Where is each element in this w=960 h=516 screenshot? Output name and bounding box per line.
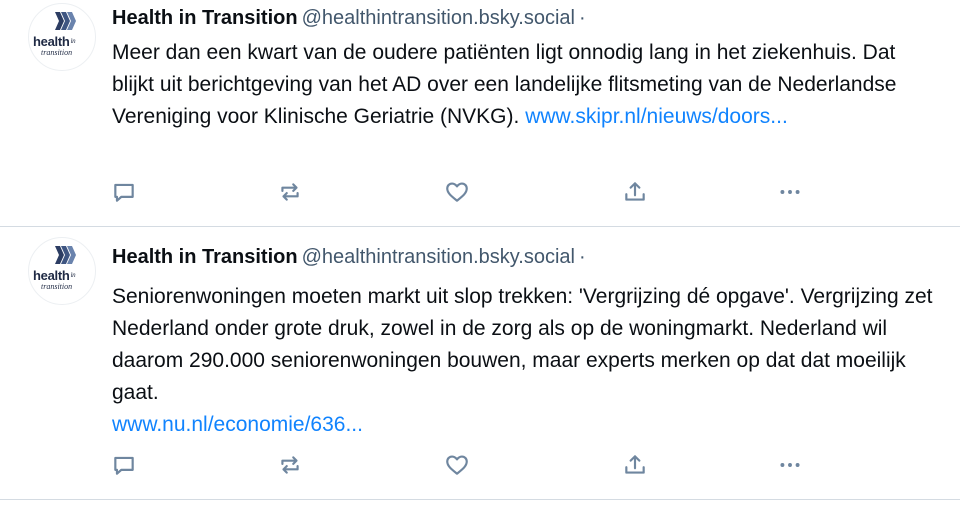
repost-button[interactable] (276, 178, 304, 206)
avatar[interactable]: healthin transition (28, 237, 96, 305)
share-button[interactable] (621, 451, 649, 479)
more-dots-icon (780, 190, 800, 194)
separator-dot: · (578, 246, 586, 268)
share-upload-icon (625, 455, 645, 474)
post-link[interactable]: www.nu.nl/economie/636... (112, 413, 363, 436)
post-header: Health in Transition @healthintransition.… (112, 244, 586, 270)
post-text: Seniorenwoningen moeten markt uit slop t… (112, 281, 942, 441)
author-name[interactable]: Health in Transition (112, 246, 298, 268)
like-button[interactable] (443, 451, 471, 479)
like-button[interactable] (443, 178, 471, 206)
author-handle[interactable]: @healthintransition.bsky.social (302, 246, 575, 268)
author-name[interactable]: Health in Transition (112, 7, 298, 29)
reply-button[interactable] (110, 178, 138, 206)
separator-dot: · (578, 7, 586, 29)
post-body-text: Seniorenwoningen moeten markt uit slop t… (112, 285, 933, 404)
repost-arrows-icon (281, 456, 299, 474)
post-text: Meer dan een kwart van de oudere patiënt… (112, 37, 942, 133)
logo-wordmark: healthin (33, 34, 76, 49)
post-actions (108, 178, 828, 206)
post[interactable]: healthin transition Health in Transition… (0, 0, 960, 227)
reply-button[interactable] (110, 451, 138, 479)
more-dots-icon (780, 463, 800, 467)
post[interactable]: healthin transition Health in Transition… (0, 227, 960, 500)
heart-icon (446, 182, 468, 202)
post-header: Health in Transition @healthintransition.… (112, 5, 586, 31)
logo-wordmark: healthin (33, 268, 76, 283)
more-options-button[interactable] (776, 178, 804, 206)
post-feed: healthin transition Health in Transition… (0, 0, 960, 516)
speech-bubble-icon (114, 456, 134, 475)
share-upload-icon (625, 182, 645, 201)
author-handle[interactable]: @healthintransition.bsky.social (302, 7, 575, 29)
logo-subtext: transition (41, 48, 73, 57)
logo-subtext: transition (41, 282, 73, 291)
speech-bubble-icon (114, 183, 134, 202)
repost-arrows-icon (281, 183, 299, 201)
more-options-button[interactable] (776, 451, 804, 479)
repost-button[interactable] (276, 451, 304, 479)
avatar[interactable]: healthin transition (28, 3, 96, 71)
share-button[interactable] (621, 178, 649, 206)
post-actions (108, 451, 828, 479)
heart-icon (446, 455, 468, 475)
post-link[interactable]: www.skipr.nl/nieuws/doors... (525, 105, 788, 128)
